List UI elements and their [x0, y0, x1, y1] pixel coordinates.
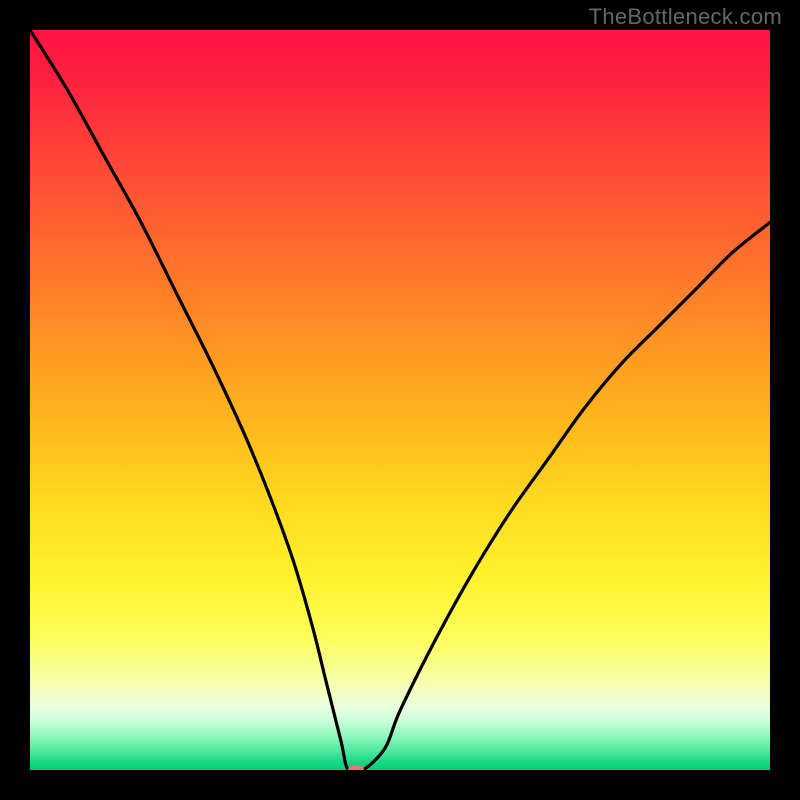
plot-area	[30, 30, 770, 770]
chart-frame: TheBottleneck.com	[0, 0, 800, 800]
minimum-marker	[348, 765, 364, 770]
bottleneck-curve	[30, 30, 770, 770]
watermark-text: TheBottleneck.com	[589, 4, 782, 30]
